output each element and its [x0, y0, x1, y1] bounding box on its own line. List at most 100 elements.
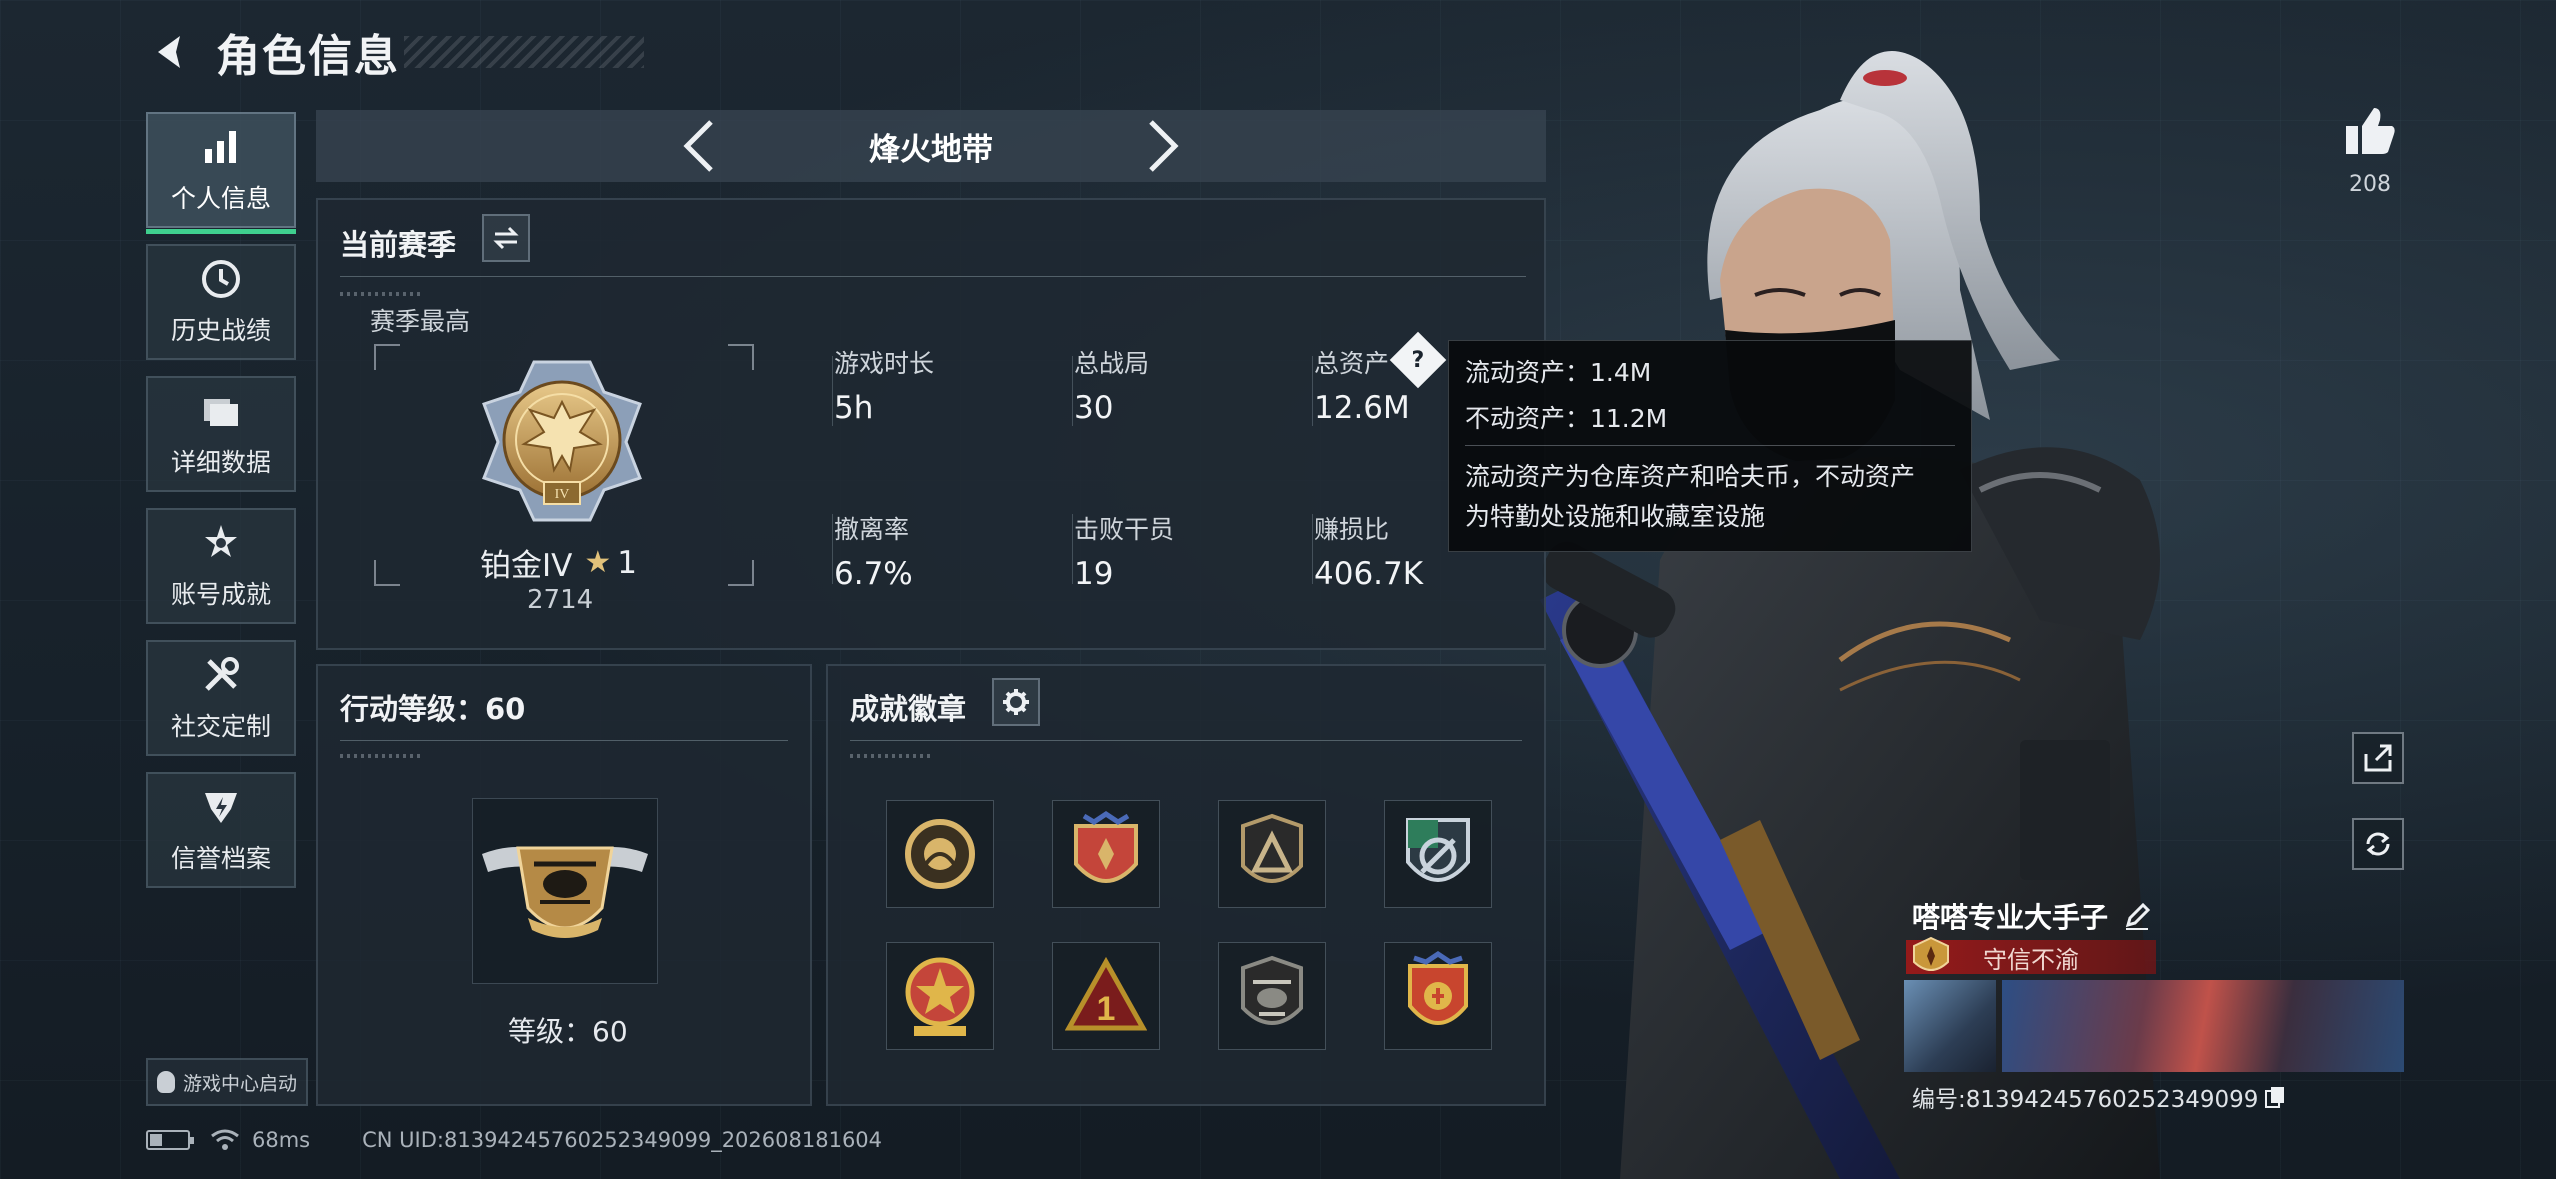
bar-chart-icon [199, 125, 243, 169]
action-level-title: 行动等级：60 [340, 692, 526, 726]
stat-value-total-assets: 12.6M [1314, 390, 1410, 426]
sidebar-item-label: 详细数据 [170, 448, 271, 477]
player-id-row: 编号:81394245760252349099 [1912, 1080, 2286, 1114]
sidebar-item-history[interactable]: 历史战绩 [146, 244, 296, 360]
achievement-star-icon [199, 521, 243, 565]
stat-label-total-matches: 总战局 [1074, 349, 1150, 378]
sidebar-item-label: 信誉档案 [170, 844, 271, 873]
stat-label-operators-defeated: 击败干员 [1074, 515, 1175, 544]
ping: 68ms [252, 1128, 311, 1152]
stat-label-total-assets: 总资产 [1314, 349, 1390, 378]
stat-value-profit-loss: 406.7K [1314, 556, 1424, 592]
thumbs-up-icon [2346, 108, 2395, 154]
honor-title: 守信不渝 [1983, 945, 2079, 974]
honor-emblem-icon [1913, 936, 1949, 971]
achievements-divider [850, 740, 1522, 741]
sidebar-item-detailed-data[interactable]: 详细数据 [146, 376, 296, 492]
badge-slot[interactable] [886, 942, 994, 1050]
frame-corner [374, 344, 400, 370]
status-bar: 68ms CN UID:81394245760252349099_2026081… [146, 1128, 882, 1152]
helicopter-badge-icon [1241, 955, 1303, 1025]
stat-separator [1312, 514, 1313, 584]
rank-score: 2714 [527, 585, 594, 615]
stat-separator [1072, 514, 1073, 584]
sidebar: 个人信息 历史战绩 详细数据 账号成就 社交定制 信誉档案 [146, 112, 296, 904]
season-divider [340, 276, 1526, 277]
mode-selector: 烽火地带 [316, 110, 1546, 182]
stat-value-extract-rate: 6.7% [834, 556, 913, 592]
stat-label-extract-rate: 撤离率 [834, 515, 910, 544]
season-title: 当前赛季 [340, 228, 457, 262]
badge-slot[interactable]: 1 [1052, 942, 1160, 1050]
sidebar-item-achievements[interactable]: 账号成就 [146, 508, 296, 624]
refresh-button[interactable] [2352, 818, 2404, 870]
badge-slot[interactable] [1384, 942, 1492, 1050]
badge-slot[interactable] [1218, 942, 1326, 1050]
svg-text:1: 1 [1097, 990, 1116, 1028]
player-card-thumbnail[interactable] [1904, 980, 1996, 1072]
chevron-right-icon[interactable] [1133, 116, 1193, 176]
badge-slot[interactable] [1052, 800, 1160, 908]
sidebar-item-label: 社交定制 [170, 712, 271, 741]
gear-icon [1003, 689, 1029, 715]
sidebar-item-label: 个人信息 [170, 184, 271, 213]
page-title: 角色信息 [216, 31, 400, 82]
player-id: 编号:81394245760252349099 [1912, 1087, 2259, 1113]
stat-separator [1072, 356, 1073, 426]
season-best-label: 赛季最高 [370, 307, 471, 336]
achievements-settings-button[interactable] [992, 678, 1040, 726]
copy-icon[interactable] [2264, 1085, 2286, 1109]
tooltip-divider [1465, 445, 1955, 446]
platinum-rank-emblem-icon: IV [482, 360, 642, 522]
star-icon: ★ [584, 545, 612, 580]
shield-lightning-icon [199, 785, 243, 829]
sidebar-item-credit[interactable]: 信誉档案 [146, 772, 296, 888]
sidebar-item-social[interactable]: 社交定制 [146, 640, 296, 756]
achievements-ticks [850, 754, 930, 758]
chevron-left-icon[interactable] [669, 116, 729, 176]
crest-shield-badge-icon [1074, 810, 1138, 883]
rank-star-count: 1 [617, 544, 637, 581]
folder-icon [199, 389, 243, 433]
frame-corner [374, 560, 400, 586]
clock-icon [199, 257, 243, 301]
player-card-banner[interactable] [2002, 980, 2404, 1072]
pencil-icon[interactable] [2122, 901, 2152, 931]
tooltip-fixed-assets: 不动资产：11.2M [1465, 404, 1668, 433]
stat-value-total-matches: 30 [1074, 390, 1114, 426]
stat-separator [832, 356, 833, 426]
frame-corner [728, 344, 754, 370]
sidebar-item-personal-info[interactable]: 个人信息 [146, 112, 296, 234]
uid-text: CN UID:81394245760252349099_202608181604 [362, 1128, 883, 1152]
frame-corner [728, 560, 754, 586]
refresh-icon [2366, 832, 2390, 856]
stat-separator [832, 514, 833, 584]
chevron-left-icon[interactable] [146, 28, 194, 76]
player-name-row: 嗒嗒专业大手子 [1912, 896, 2152, 936]
round-coin-badge-icon [905, 819, 975, 889]
badge-slot[interactable] [1218, 800, 1326, 908]
rank-name-row: 铂金IV ★ 1 [480, 540, 637, 585]
title-decoration [404, 36, 644, 68]
level-text: 等级：60 [508, 1015, 628, 1048]
rank-name: 铂金IV [480, 548, 573, 584]
green-shield-badge-icon [1406, 818, 1470, 882]
qq-penguin-icon [156, 1071, 175, 1093]
badge-slot[interactable] [1384, 800, 1492, 908]
wifi-icon [211, 1129, 239, 1150]
game-center-launch-button[interactable]: 游戏中心启动 [146, 1058, 308, 1106]
share-button[interactable] [2352, 732, 2404, 784]
badge-slot[interactable] [886, 800, 994, 908]
achievements-title: 成就徽章 [850, 692, 967, 726]
mode-name: 烽火地带 [869, 131, 993, 168]
switch-season-button[interactable] [482, 214, 530, 262]
red-crest-badge-icon [1408, 950, 1468, 1025]
sidebar-item-label: 账号成就 [170, 580, 271, 609]
star-medal-badge-icon [905, 957, 975, 1036]
sidebar-item-label: 历史战绩 [170, 316, 271, 345]
like-count: 208 [2349, 172, 2391, 197]
like-button[interactable]: 208 [2330, 104, 2410, 197]
tooltip-liquid-assets: 流动资产：1.4M [1465, 358, 1652, 387]
stat-value-operators-defeated: 19 [1074, 556, 1114, 592]
player-name: 嗒嗒专业大手子 [1912, 901, 2109, 934]
